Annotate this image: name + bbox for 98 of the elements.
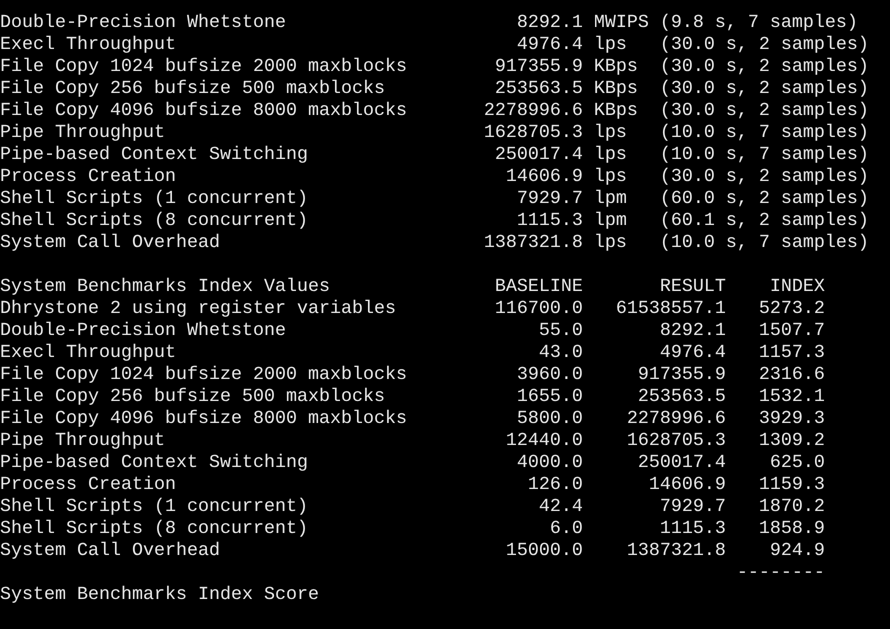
score-label: System Benchmarks Index Score xyxy=(0,584,320,606)
timing-text: (10.0 s, 7 samples) xyxy=(660,144,869,166)
table-cell-text: 3929.3 xyxy=(758,408,825,430)
unit-label: KBps xyxy=(594,56,639,78)
table-cell-text: 5273.2 xyxy=(758,298,825,320)
unit-label: KBps xyxy=(594,100,639,122)
benchmark-name: Execl Throughput xyxy=(0,342,177,364)
benchmark-value: 8292.1 xyxy=(516,12,583,34)
benchmark-name: Double-Precision Whetstone xyxy=(0,320,287,342)
benchmark-name: File Copy 256 bufsize 500 maxblocks xyxy=(0,78,386,100)
table-cell-text: 1655.0 xyxy=(516,386,583,408)
benchmark-name: File Copy 4096 bufsize 8000 maxblocks xyxy=(0,100,408,122)
unit-label: lps xyxy=(594,34,628,56)
benchmark-name: Pipe Throughput xyxy=(0,430,166,452)
unit-label: lpm xyxy=(594,210,628,232)
benchmark-name: File Copy 256 bufsize 500 maxblocks xyxy=(0,386,386,408)
timing-text: (9.8 s, 7 samples) xyxy=(660,12,858,34)
benchmark-value: 2278996.6 xyxy=(482,100,583,122)
benchmark-value: 4976.4 xyxy=(516,34,583,56)
benchmark-name: Dhrystone 2 using register variables xyxy=(0,298,397,320)
table-cell-text: 1387321.8 xyxy=(626,540,726,562)
table-cell-text: 1532.1 xyxy=(758,386,825,408)
table-cell-text: 2278996.6 xyxy=(626,408,726,430)
benchmark-name: Pipe-based Context Switching xyxy=(0,452,309,474)
unit-label: KBps xyxy=(594,78,639,100)
benchmark-name: Pipe Throughput xyxy=(0,122,166,144)
timing-text: (30.0 s, 2 samples) xyxy=(660,78,869,100)
table-cell-text: 7929.7 xyxy=(658,496,726,518)
benchmark-value: 917355.9 xyxy=(494,56,583,78)
table-title: System Benchmarks Index Values xyxy=(0,276,331,298)
table-cell-text: 12440.0 xyxy=(504,430,583,452)
benchmark-name: Shell Scripts (1 concurrent) xyxy=(0,188,309,210)
table-cell-text: 6.0 xyxy=(548,518,583,540)
benchmark-name: File Copy 1024 bufsize 2000 maxblocks xyxy=(0,56,408,78)
column-header: BASELINE xyxy=(494,276,583,298)
benchmark-value: 253563.5 xyxy=(494,78,583,100)
table-cell-text: 1858.9 xyxy=(758,518,825,540)
benchmark-value: 14606.9 xyxy=(504,166,583,188)
unit-label: lps xyxy=(594,232,628,254)
column-header: RESULT xyxy=(658,276,726,298)
timing-text: (30.0 s, 2 samples) xyxy=(660,100,869,122)
unit-label: lpm xyxy=(594,188,628,210)
timing-text: (30.0 s, 2 samples) xyxy=(660,56,869,78)
unit-label: lps xyxy=(594,144,628,166)
table-cell-text: 4976.4 xyxy=(658,342,726,364)
table-cell-text: 924.9 xyxy=(768,540,825,562)
table-cell-text: 55.0 xyxy=(538,320,583,342)
table-cell-text: 8292.1 xyxy=(658,320,726,342)
benchmark-value: 1115.3 xyxy=(516,210,583,232)
table-cell-text: 1309.2 xyxy=(758,430,825,452)
table-cell-text: 917355.9 xyxy=(636,364,726,386)
benchmark-name: System Call Overhead xyxy=(0,540,221,562)
table-cell-text: 14606.9 xyxy=(648,474,726,496)
benchmark-name: File Copy 1024 bufsize 2000 maxblocks xyxy=(0,364,408,386)
table-cell-text: 5800.0 xyxy=(516,408,583,430)
benchmark-name: Double-Precision Whetstone xyxy=(0,12,287,34)
table-cell-text: 126.0 xyxy=(526,474,583,496)
benchmark-name: Shell Scripts (1 concurrent) xyxy=(0,496,309,518)
unit-label: MWIPS xyxy=(594,12,649,34)
benchmark-value: 7929.7 xyxy=(516,188,583,210)
table-cell-text: 1628705.3 xyxy=(626,430,726,452)
timing-text: (30.0 s, 2 samples) xyxy=(660,166,869,188)
unit-label: lps xyxy=(594,166,628,188)
benchmark-name: System Call Overhead xyxy=(0,232,221,254)
table-cell-text: 1870.2 xyxy=(758,496,825,518)
timing-text: (30.0 s, 2 samples) xyxy=(660,34,869,56)
timing-text: (10.0 s, 7 samples) xyxy=(660,122,869,144)
table-cell-text: 1159.3 xyxy=(758,474,825,496)
table-cell-text: 2316.6 xyxy=(758,364,825,386)
table-cell-text: 3960.0 xyxy=(516,364,583,386)
table-cell-text: 253563.5 xyxy=(636,386,726,408)
table-cell-text: 116700.0 xyxy=(494,298,583,320)
table-cell-text: 1507.7 xyxy=(758,320,825,342)
benchmark-value: 1387321.8 xyxy=(482,232,583,254)
table-cell-text: 625.0 xyxy=(768,452,825,474)
timing-text: (60.1 s, 2 samples) xyxy=(660,210,869,232)
benchmark-name: File Copy 4096 bufsize 8000 maxblocks xyxy=(0,408,408,430)
separator-text: -------- xyxy=(736,562,825,584)
table-cell-text: 1115.3 xyxy=(658,518,726,540)
table-cell-text: 1157.3 xyxy=(758,342,825,364)
column-header: INDEX xyxy=(768,276,825,298)
timing-text: (10.0 s, 7 samples) xyxy=(660,232,869,254)
benchmark-name: Shell Scripts (8 concurrent) xyxy=(0,518,309,540)
table-cell-text: 43.0 xyxy=(538,342,583,364)
benchmark-name: Process Creation xyxy=(0,166,177,188)
benchmark-name: Process Creation xyxy=(0,474,177,496)
table-cell-text: 61538557.1 xyxy=(614,298,726,320)
table-cell-text: 4000.0 xyxy=(516,452,583,474)
benchmark-name: Shell Scripts (8 concurrent) xyxy=(0,210,309,232)
benchmark-value: 1628705.3 xyxy=(482,122,583,144)
table-cell-text: 250017.4 xyxy=(636,452,726,474)
table-cell-text: 15000.0 xyxy=(504,540,583,562)
unit-label: lps xyxy=(594,122,628,144)
benchmark-value: 250017.4 xyxy=(494,144,583,166)
benchmark-name: Pipe-based Context Switching xyxy=(0,144,309,166)
benchmark-name: Execl Throughput xyxy=(0,34,177,56)
table-cell-text: 42.4 xyxy=(538,496,583,518)
timing-text: (60.0 s, 2 samples) xyxy=(660,188,869,210)
